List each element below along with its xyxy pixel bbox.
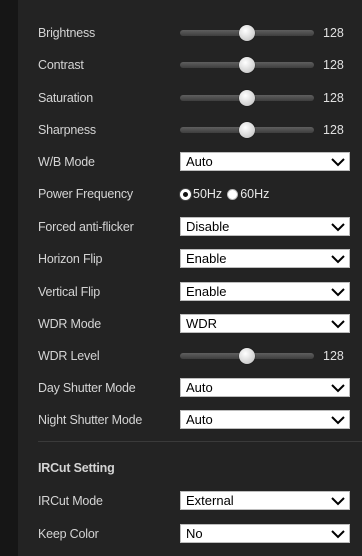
wb-mode-row: W/B Mode Auto [38, 146, 362, 178]
wdr-level-label: WDR Level [38, 349, 100, 363]
section-divider [38, 441, 362, 442]
forced-anti-flicker-row: Forced anti-flicker Disable [38, 211, 362, 243]
saturation-slider[interactable] [180, 90, 314, 106]
chevron-down-icon [331, 255, 345, 264]
brightness-slider[interactable] [180, 25, 314, 41]
horizon-flip-label: Horizon Flip [38, 252, 103, 266]
day-shutter-mode-value: Auto [186, 380, 213, 395]
forced-anti-flicker-value: Disable [186, 219, 230, 234]
keep-color-label: Keep Color [38, 527, 99, 541]
chevron-down-icon [331, 497, 345, 506]
wdr-mode-select[interactable]: WDR [180, 314, 350, 333]
brightness-value: 128 [323, 26, 344, 40]
wdr-level-row: WDR Level 128 [38, 340, 362, 372]
radio-60hz-label: 60Hz [240, 187, 270, 201]
contrast-slider-thumb[interactable] [239, 57, 255, 73]
chevron-down-icon [331, 320, 345, 329]
vertical-flip-value: Enable [186, 284, 227, 299]
sharpness-row: Sharpness 128 [38, 114, 362, 146]
night-shutter-mode-label: Night Shutter Mode [38, 413, 143, 427]
day-shutter-mode-row: Day Shutter Mode Auto [38, 372, 362, 404]
keep-color-value: No [186, 526, 203, 541]
chevron-down-icon [331, 384, 345, 393]
keep-color-row: Keep Color No [38, 518, 362, 550]
ircut-mode-select[interactable]: External [180, 491, 350, 510]
ircut-mode-label: IRCut Mode [38, 494, 103, 508]
contrast-label: Contrast [38, 58, 84, 72]
horizon-flip-row: Horizon Flip Enable [38, 243, 362, 275]
day-shutter-mode-select[interactable]: Auto [180, 378, 350, 397]
brightness-slider-thumb[interactable] [239, 25, 255, 41]
wdr-mode-row: WDR Mode WDR [38, 308, 362, 340]
wdr-level-slider[interactable] [180, 348, 314, 364]
day-shutter-mode-label: Day Shutter Mode [38, 381, 136, 395]
forced-anti-flicker-select[interactable]: Disable [180, 217, 350, 236]
vertical-flip-select[interactable]: Enable [180, 282, 350, 301]
power-frequency-label: Power Frequency [38, 187, 133, 201]
wdr-mode-value: WDR [186, 316, 218, 331]
chevron-down-icon [331, 288, 345, 297]
night-shutter-mode-value: Auto [186, 412, 213, 427]
ircut-mode-row: IRCut Mode External [38, 485, 362, 517]
sharpness-value: 128 [323, 123, 344, 137]
power-frequency-row: Power Frequency 50Hz 60Hz [38, 178, 362, 210]
brightness-label: Brightness [38, 26, 96, 40]
contrast-row: Contrast 128 [38, 49, 362, 81]
radio-60hz[interactable]: 60Hz [227, 187, 269, 201]
forced-anti-flicker-label: Forced anti-flicker [38, 220, 134, 234]
chevron-down-icon [331, 223, 345, 232]
saturation-slider-thumb[interactable] [239, 90, 255, 106]
wb-mode-select[interactable]: Auto [180, 152, 350, 171]
wb-mode-value: Auto [186, 154, 213, 169]
ircut-section-header: IRCut Setting [38, 452, 362, 484]
brightness-row: Brightness 128 [38, 17, 362, 49]
wdr-mode-label: WDR Mode [38, 317, 101, 331]
image-settings-panel: Brightness 128 Contrast 128 Saturation 1… [18, 0, 362, 556]
ircut-mode-value: External [186, 493, 234, 508]
vertical-flip-row: Vertical Flip Enable [38, 276, 362, 308]
contrast-slider[interactable] [180, 57, 314, 73]
radio-50hz-label: 50Hz [193, 187, 223, 201]
chevron-down-icon [331, 530, 345, 539]
saturation-value: 128 [323, 91, 344, 105]
saturation-label: Saturation [38, 91, 93, 105]
night-shutter-mode-row: Night Shutter Mode Auto [38, 404, 362, 436]
sharpness-label: Sharpness [38, 123, 96, 137]
wdr-level-value: 128 [323, 349, 344, 363]
wdr-level-slider-thumb[interactable] [239, 348, 255, 364]
horizon-flip-select[interactable]: Enable [180, 249, 350, 268]
ircut-section-title: IRCut Setting [38, 461, 115, 475]
saturation-row: Saturation 128 [38, 82, 362, 114]
night-shutter-mode-select[interactable]: Auto [180, 410, 350, 429]
sharpness-slider[interactable] [180, 122, 314, 138]
radio-50hz[interactable]: 50Hz [180, 187, 222, 201]
keep-color-select[interactable]: No [180, 524, 350, 543]
radio-60hz-button[interactable] [227, 188, 239, 200]
contrast-value: 128 [323, 58, 344, 72]
horizon-flip-value: Enable [186, 251, 227, 266]
power-frequency-radio-group: 50Hz 60Hz [180, 187, 274, 201]
wb-mode-label: W/B Mode [38, 155, 95, 169]
chevron-down-icon [331, 416, 345, 425]
chevron-down-icon [331, 158, 345, 167]
radio-50hz-button[interactable] [180, 188, 191, 200]
vertical-flip-label: Vertical Flip [38, 285, 101, 299]
sharpness-slider-thumb[interactable] [239, 122, 255, 138]
